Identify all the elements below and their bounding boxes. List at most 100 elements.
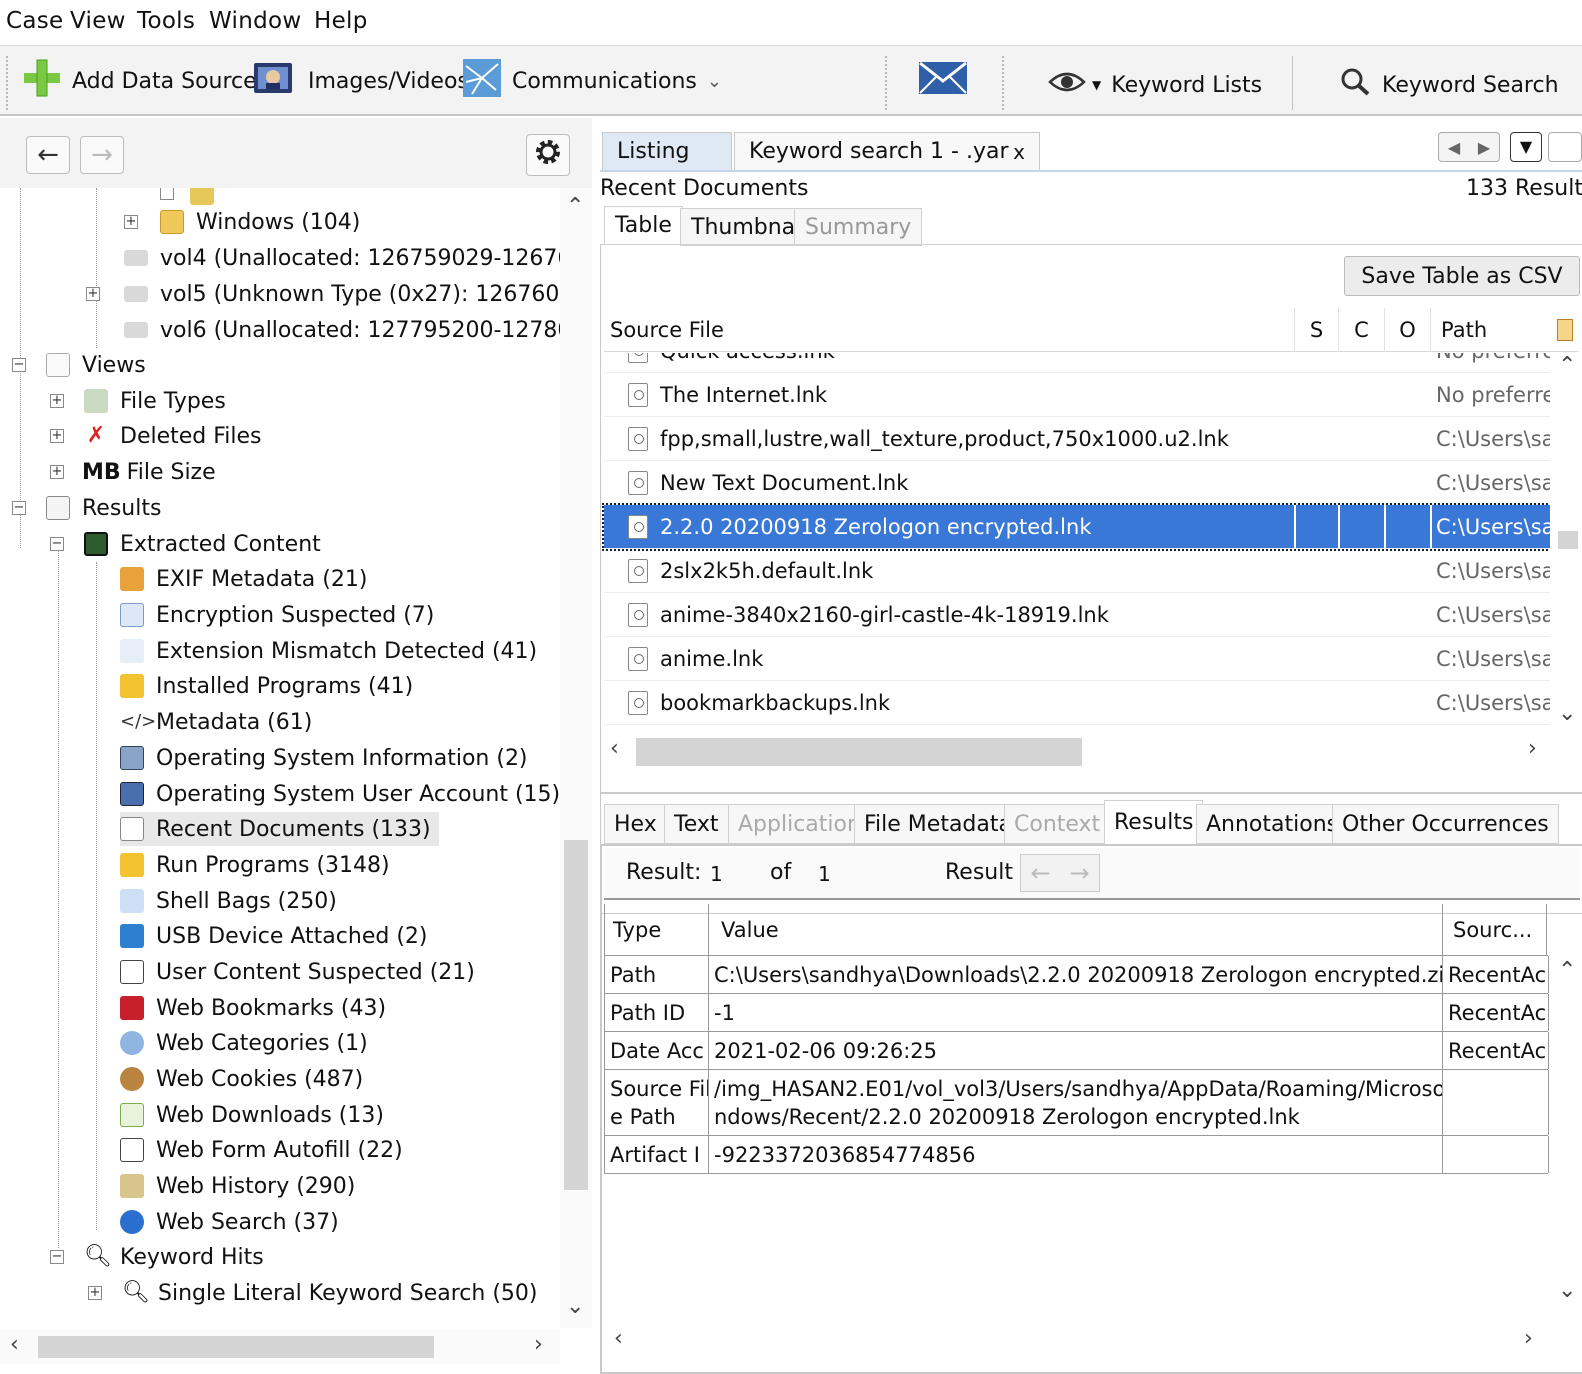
scroll-down-icon[interactable]: ⌄	[566, 1294, 584, 1319]
table-row[interactable]: anime.lnk C:\Users\sa	[604, 637, 1550, 681]
tree-row-web-categories[interactable]: Web Categories (1)	[120, 1026, 368, 1060]
tab-text[interactable]: Text	[664, 804, 729, 844]
tree-row-metadata[interactable]: </> Metadata (61)	[120, 705, 312, 739]
table-row[interactable]: Quick access.lnk No preferre	[604, 353, 1550, 373]
table-row[interactable]: fpp,small,lustre,wall_texture,product,75…	[604, 417, 1550, 461]
scroll-right-icon[interactable]: ›	[1524, 1326, 1533, 1351]
column-chooser-icon[interactable]	[1554, 308, 1576, 352]
expand-icon[interactable]: +	[50, 465, 64, 479]
scroll-right-icon[interactable]: ›	[1528, 736, 1537, 761]
table-row[interactable]: anime-3840x2160-girl-castle-4k-18919.lnk…	[604, 593, 1550, 637]
tree-row-file-size[interactable]: + MB File Size	[50, 455, 216, 489]
tree-row-shell-bags[interactable]: Shell Bags (250)	[120, 884, 337, 918]
table-row[interactable]: The Internet.lnk No preferre	[604, 373, 1550, 417]
tree-row-encryption[interactable]: Encryption Suspected (7)	[120, 598, 434, 632]
tree-row-web-bookmarks[interactable]: Web Bookmarks (43)	[120, 991, 386, 1025]
tab-file-metadata[interactable]: File Metadata	[854, 804, 1022, 844]
tree-row-windows[interactable]: + Windows (104)	[124, 205, 360, 239]
save-table-csv-button[interactable]: Save Table as CSV	[1344, 256, 1580, 296]
menu-view[interactable]: View	[70, 8, 126, 34]
keyword-lists-button[interactable]: ▼ Keyword Lists	[1048, 64, 1262, 106]
scroll-up-icon[interactable]: ⌃	[1558, 958, 1576, 983]
table-vertical-scrollbar[interactable]: ⌃ ⌄	[1552, 353, 1582, 733]
tree-row-web-downloads[interactable]: Web Downloads (13)	[120, 1098, 384, 1132]
result-row[interactable]: Artifact I -9223372036854774856	[604, 1136, 1549, 1174]
caret-left-icon[interactable]: ◀	[1448, 138, 1460, 157]
collapse-icon[interactable]: −	[12, 501, 26, 515]
table-row-selected[interactable]: 2.2.0 20200918 Zerologon encrypted.lnk C…	[602, 503, 1550, 551]
result-row[interactable]: Date Acc 2021-02-06 09:26:25 RecentAc	[604, 1032, 1549, 1070]
tree-row-user-content[interactable]: User Content Suspected (21)	[120, 955, 475, 989]
table-row[interactable]: bookmarkbackups.lnk C:\Users\sa	[604, 681, 1550, 725]
tree-row-web-history[interactable]: Web History (290)	[120, 1169, 355, 1203]
tab-scroll-buttons[interactable]: ◀ ▶	[1438, 132, 1500, 162]
expand-icon[interactable]: +	[86, 287, 100, 301]
tree-row-os-info[interactable]: Operating System Information (2)	[120, 741, 528, 775]
tree-row-file-types[interactable]: + File Types	[50, 384, 226, 418]
column-o[interactable]: O	[1384, 308, 1430, 352]
tab-table[interactable]: Table	[604, 206, 683, 244]
tree-row-deleted-files[interactable]: + ✗ Deleted Files	[50, 419, 262, 453]
result-horizontal-scrollbar[interactable]: ‹ ›	[604, 1324, 1550, 1358]
menu-case[interactable]: Case	[6, 8, 64, 34]
tree-row-usb[interactable]: USB Device Attached (2)	[120, 919, 427, 953]
column-source-file[interactable]: Source File	[610, 308, 1290, 352]
scroll-up-icon[interactable]: ⌃	[1558, 353, 1576, 378]
result-row[interactable]: Path ID -1 RecentAc	[604, 994, 1549, 1032]
back-button[interactable]: ←	[26, 136, 70, 174]
expand-icon[interactable]: +	[124, 215, 138, 229]
tree-row-web-form-autofill[interactable]: Web Form Autofill (22)	[120, 1133, 403, 1167]
double-chevron-down-icon[interactable]: ⌄	[707, 71, 722, 92]
table-hscroll-thumb[interactable]	[636, 738, 1082, 766]
column-c[interactable]: C	[1338, 308, 1384, 352]
column-path[interactable]: Path	[1430, 308, 1550, 352]
scroll-left-icon[interactable]: ‹	[610, 736, 619, 761]
forward-button[interactable]: →	[80, 136, 124, 174]
table-row[interactable]: 2slx2k5h.default.lnk C:\Users\sa	[604, 549, 1550, 593]
tree-row-views[interactable]: − Views	[12, 348, 146, 382]
menu-tools[interactable]: Tools	[137, 8, 195, 34]
scroll-down-icon[interactable]: ⌄	[1558, 1278, 1576, 1303]
tree-vertical-scrollbar[interactable]: ⌃ ⌄	[560, 188, 592, 1328]
collapse-icon[interactable]: −	[50, 1250, 64, 1264]
scroll-right-icon[interactable]: ›	[534, 1332, 543, 1357]
tab-hex[interactable]: Hex	[604, 804, 667, 844]
tree-row-vol6[interactable]: vol6 (Unallocated: 127795200-12780044‹	[124, 313, 560, 347]
tab-keyword-search[interactable]: Keyword search 1 - .yar x	[734, 132, 1040, 170]
tab-list-dropdown[interactable]: ▼	[1510, 132, 1542, 162]
keyword-search-button[interactable]: Keyword Search	[1340, 64, 1559, 106]
table-horizontal-scrollbar[interactable]: ‹ ›	[604, 734, 1550, 768]
column-s[interactable]: S	[1294, 308, 1338, 352]
collapse-icon[interactable]: −	[12, 358, 26, 372]
communications-button[interactable]: Communications ⌄	[462, 59, 722, 102]
tab-other-occurrences[interactable]: Other Occurrences	[1332, 804, 1559, 844]
result-row[interactable]: Source Fil e Path /img_HASAN2.E01/vol_vo…	[604, 1070, 1549, 1136]
settings-button[interactable]	[526, 134, 570, 176]
tree-row-results[interactable]: − Results	[12, 491, 161, 525]
expand-icon[interactable]: +	[50, 394, 64, 408]
column-source[interactable]: Sourc...	[1443, 904, 1547, 955]
tree-row-recent-documents[interactable]: Recent Documents (133)	[120, 812, 439, 846]
scroll-down-icon[interactable]: ⌄	[1558, 701, 1576, 726]
result-vertical-scrollbar[interactable]: ⌃ ⌄	[1552, 958, 1582, 1318]
scroll-left-icon[interactable]: ‹	[10, 1332, 19, 1357]
images-videos-button[interactable]: Images/Videos	[252, 60, 469, 102]
menu-help[interactable]: Help	[314, 8, 368, 34]
expand-icon[interactable]: +	[50, 429, 64, 443]
scroll-left-icon[interactable]: ‹	[614, 1326, 623, 1351]
collapse-icon[interactable]: −	[50, 537, 64, 551]
prev-result-icon[interactable]: ←	[1030, 859, 1050, 887]
tree-row-os-user-account[interactable]: Operating System User Account (15)	[120, 777, 560, 811]
tree-row-web-search[interactable]: Web Search (37)	[120, 1205, 339, 1239]
tree-row-vol4[interactable]: vol4 (Unallocated: 126759029-12676095‹	[124, 241, 560, 275]
tab-results[interactable]: Results	[1104, 800, 1204, 844]
email-button[interactable]	[918, 60, 968, 102]
tree-hscroll-thumb[interactable]	[38, 1336, 434, 1358]
tree-row-vol5[interactable]: + vol5 (Unknown Type (0x27): 126760960-	[86, 277, 560, 311]
tab-context[interactable]: Context	[1004, 804, 1111, 844]
menu-window[interactable]: Window	[209, 8, 302, 34]
tab-summary[interactable]: Summary	[794, 208, 923, 246]
add-data-source-button[interactable]: Add Data Source	[22, 59, 257, 102]
next-result-icon[interactable]: →	[1069, 859, 1089, 887]
tree-row-run-programs[interactable]: Run Programs (3148)	[120, 848, 390, 882]
